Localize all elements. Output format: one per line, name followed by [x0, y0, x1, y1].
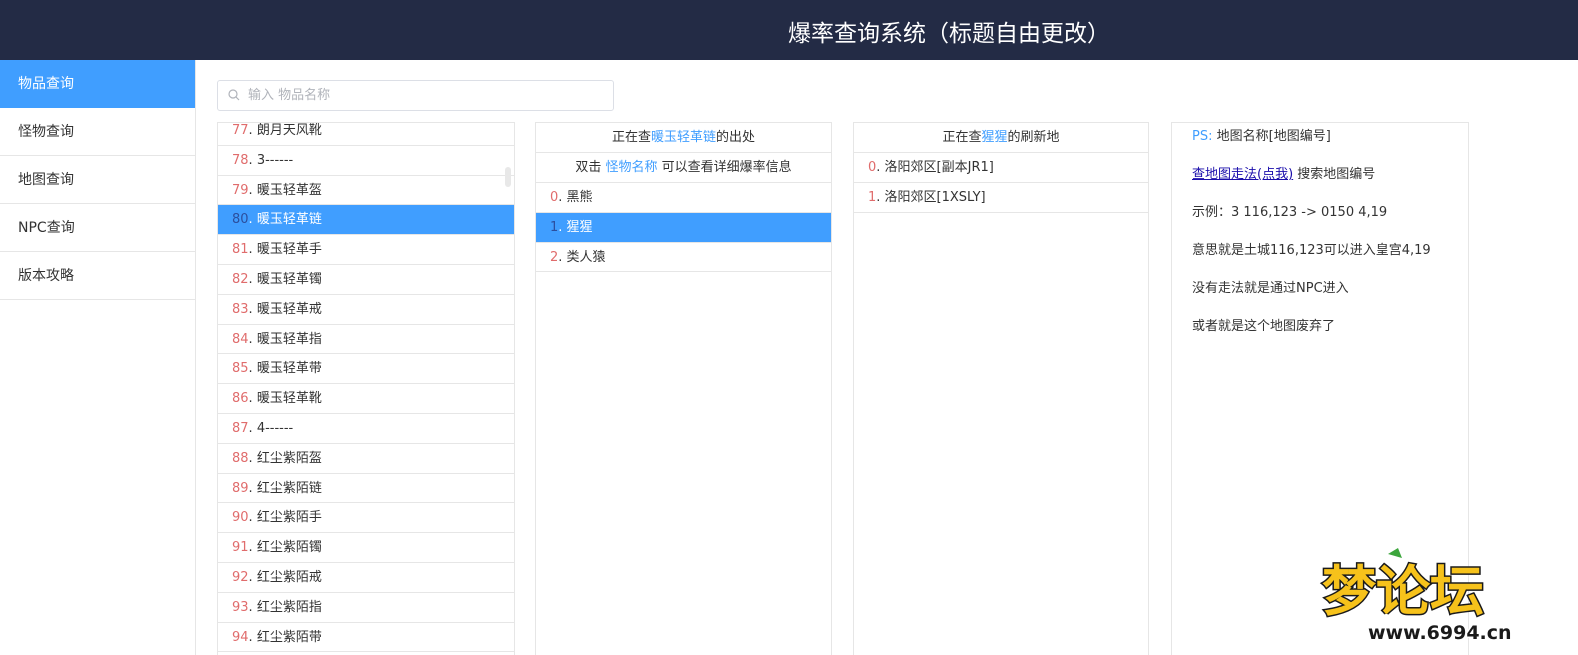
row-number: 93 [232, 599, 249, 615]
row-label: 猩猩 [566, 219, 593, 235]
map-row[interactable]: 1. 洛阳郊区[1XSLY] [854, 183, 1148, 213]
row-label: 暖玉轻革手 [256, 242, 322, 258]
row-label: 红尘紫陌指 [256, 599, 322, 615]
row-number: 83 [232, 301, 249, 317]
source-panel-hint: 双击 怪物名称 可以查看详细爆率信息 [536, 153, 831, 183]
row-label: 类人猿 [566, 249, 606, 265]
row-number: 94 [232, 629, 249, 645]
item-row[interactable]: 94. 红尘紫陌带 [218, 623, 514, 653]
row-label: 红尘紫陌镯 [256, 540, 322, 556]
sidebar-item-items[interactable]: 物品查询 [0, 60, 195, 108]
row-label: 黑熊 [566, 190, 593, 205]
search-box [217, 80, 614, 111]
row-label: 暖玉轻革戒 [256, 301, 322, 317]
sidebar: 物品查询 怪物查询 地图查询 NPC查询 版本攻略 [0, 60, 196, 655]
row-label: 暖玉轻革盔 [256, 182, 322, 198]
map-list: 0. 洛阳郊区[副本JR1] 1. 洛阳郊区[1XSLY] [854, 153, 1148, 213]
map-panel: 正在查猩猩的刷新地 0. 洛阳郊区[副本JR1] 1. 洛阳郊区[1XSLY] [853, 122, 1149, 655]
sidebar-item-guide[interactable]: 版本攻略 [0, 252, 195, 300]
sidebar-item-monsters[interactable]: 怪物查询 [0, 108, 195, 156]
row-label: 暖玉轻革靴 [256, 391, 322, 407]
current-monster: 猩猩 [981, 130, 1008, 145]
example-line: 示例：3 116,123 -> 0150 4,19 [1192, 205, 1388, 220]
item-row[interactable]: 90. 红尘紫陌手 [218, 503, 514, 534]
row-number: 86 [232, 391, 249, 407]
item-row[interactable]: 82. 暖玉轻革镯 [218, 265, 514, 295]
no-path-line: 没有走法就是通过NPC进入 [1192, 281, 1349, 296]
item-row[interactable]: 93. 红尘紫陌指 [218, 593, 514, 623]
item-row[interactable]: 79. 暖玉轻革盔 [218, 176, 514, 206]
search-icon [228, 89, 240, 101]
row-number: 87 [232, 420, 249, 436]
map-path-link[interactable]: 查地图走法(点我) [1192, 167, 1293, 182]
row-label: 暖玉轻革指 [256, 331, 322, 347]
watermark-url: www.6994.cn [1368, 622, 1512, 644]
row-label: 暖玉轻革带 [256, 361, 322, 377]
monster-row[interactable]: 1. 猩猩 [536, 212, 831, 243]
item-row[interactable]: 89. 红尘紫陌链 [218, 474, 514, 504]
item-list-panel: 77. 朗月天风靴 78. 3------ 79. 暖玉轻革盔 80. 暖玉轻革链 81… [217, 122, 515, 655]
row-label: 洛阳郊区[副本JR1] [884, 160, 994, 175]
row-number: 79 [232, 182, 249, 198]
meaning-line: 意思就是土城116,123可以进入皇宫4,19 [1192, 243, 1431, 258]
page-title: 爆率查询系统（标题自由更改） [788, 21, 1110, 47]
item-row[interactable]: 77. 朗月天风靴 [218, 123, 514, 146]
map-row[interactable]: 0. 洛阳郊区[副本JR1] [854, 153, 1148, 183]
scrollbar[interactable] [505, 167, 511, 187]
abandoned-line: 或者就是这个地图废弃了 [1192, 319, 1336, 334]
item-row[interactable]: 83. 暖玉轻革戒 [218, 295, 514, 325]
row-number: 81 [232, 242, 249, 258]
row-label: 红尘紫陌戒 [256, 569, 322, 585]
monster-row[interactable]: 0. 黑熊 [536, 183, 831, 213]
monster-list: 0. 黑熊 1. 猩猩 2. 类人猿 [536, 183, 831, 273]
sidebar-item-maps[interactable]: 地图查询 [0, 156, 195, 204]
watermark-logo: 梦论坛 www.6994.cn [1321, 548, 1513, 646]
map-panel-head: 正在查猩猩的刷新地 [854, 123, 1148, 153]
item-row[interactable]: 80. 暖玉轻革链 [218, 205, 514, 236]
item-row[interactable]: 92. 红尘紫陌戒 [218, 563, 514, 593]
row-number: 78 [232, 152, 249, 168]
row-number: 89 [232, 480, 249, 496]
row-number: 92 [232, 569, 249, 585]
row-number: 88 [232, 450, 249, 466]
source-panel: 正在查暖玉轻革链的出处 双击 怪物名称 可以查看详细爆率信息 0. 黑熊 1. 猩… [535, 122, 832, 655]
item-row[interactable]: 78. 3------ [218, 146, 514, 176]
item-row[interactable]: 84. 暖玉轻革指 [218, 325, 514, 355]
map-path-line: 查地图走法(点我) 搜索地图编号 [1192, 167, 1376, 182]
sidebar-item-npc[interactable]: NPC查询 [0, 204, 195, 252]
row-number: 85 [232, 361, 249, 377]
item-row[interactable]: 88. 红尘紫陌盔 [218, 444, 514, 474]
row-label: 洛阳郊区[1XSLY] [884, 189, 986, 205]
monster-row[interactable]: 2. 类人猿 [536, 243, 831, 273]
item-row[interactable]: 81. 暖玉轻革手 [218, 235, 514, 265]
row-label: 朗月天风靴 [256, 123, 322, 138]
current-item: 暖玉轻革链 [650, 130, 716, 145]
item-row[interactable]: 86. 暖玉轻革靴 [218, 384, 514, 414]
item-row[interactable]: 91. 红尘紫陌镯 [218, 533, 514, 563]
source-panel-head: 正在查暖玉轻革链的出处 [536, 123, 831, 153]
row-number: 80 [232, 212, 249, 228]
row-label: 暖玉轻革链 [256, 212, 322, 228]
item-row[interactable]: 85. 暖玉轻革带 [218, 354, 514, 385]
row-label: 暖玉轻革镯 [256, 271, 322, 287]
watermark-text: 梦论坛 [1322, 560, 1484, 623]
row-number: 90 [232, 510, 249, 526]
item-list: 77. 朗月天风靴 78. 3------ 79. 暖玉轻革盔 80. 暖玉轻革链 81… [218, 123, 514, 653]
row-number: 84 [232, 331, 249, 347]
row-number: 82 [232, 271, 249, 287]
ps-line: PS: 地图名称[地图编号] [1192, 129, 1331, 144]
row-number: 91 [232, 540, 249, 556]
search-input[interactable] [248, 81, 608, 110]
row-label: 红尘紫陌链 [256, 480, 322, 496]
row-number: 77 [232, 123, 249, 138]
item-row[interactable]: 87. 4------ [218, 414, 514, 444]
row-label: 3------ [256, 152, 294, 168]
row-label: 红尘紫陌手 [256, 510, 322, 526]
header: 爆率查询系统（标题自由更改） [0, 0, 1578, 60]
row-label: 4------ [256, 420, 294, 436]
row-label: 红尘紫陌盔 [256, 450, 322, 466]
row-label: 红尘紫陌带 [256, 629, 322, 645]
